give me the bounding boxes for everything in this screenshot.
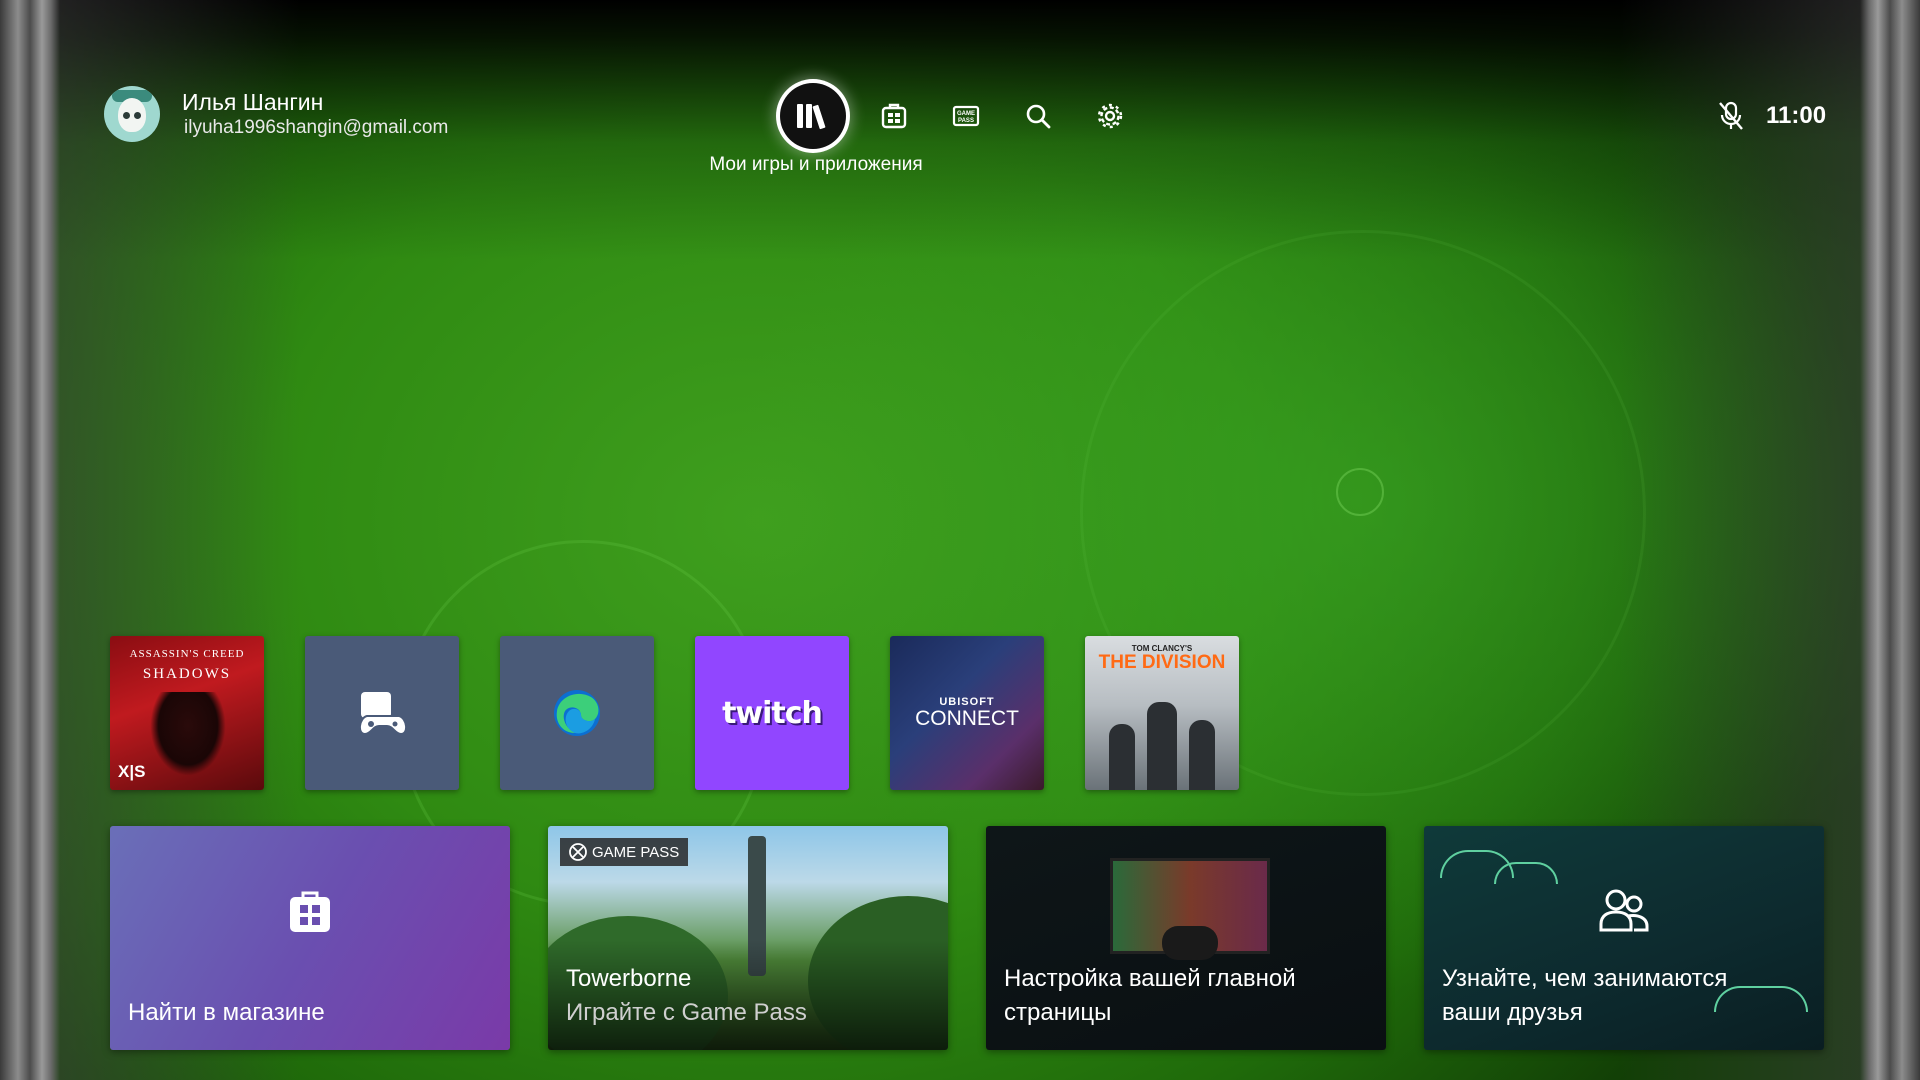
game-art: [1109, 724, 1135, 790]
search-icon: [1026, 104, 1051, 129]
tile-the-division[interactable]: TOM CLANCY'S THE DIVISION: [1085, 636, 1239, 790]
xbox-icon: [569, 843, 587, 861]
background-ring: [1336, 468, 1384, 516]
card-title-block: Towerborne Играйте с Game Pass: [566, 962, 807, 1030]
game-art: [1147, 702, 1177, 790]
nav-store[interactable]: [858, 80, 930, 152]
cloud-decoration: [1494, 862, 1558, 884]
nav-my-games-apps[interactable]: [780, 83, 846, 149]
card-towerborne[interactable]: GAME PASS Towerborne Играйте с Game Pass: [548, 826, 948, 1050]
division-title: THE DIVISION: [1098, 652, 1226, 673]
profile-email: ilyuha1996shangin@gmail.com: [184, 117, 449, 138]
tile-game-controller-app[interactable]: [305, 636, 459, 790]
tile-twitch[interactable]: twitch: [695, 636, 849, 790]
controller-icon: [359, 692, 407, 736]
cards-row: Найти в магазине GAME PASS Towerborne Иг…: [110, 826, 1862, 1050]
card-title-block: Узнайте, чем занимаются ваши друзья: [1442, 962, 1727, 1030]
store-icon: [290, 891, 330, 932]
card-title-block: Настройка вашей главной страницы: [1004, 962, 1296, 1030]
nav-search[interactable]: [1002, 80, 1074, 152]
game-pass-badge: GAME PASS: [560, 838, 689, 866]
card-friends-activity[interactable]: Узнайте, чем занимаются ваши друзья: [1424, 826, 1824, 1050]
game-pass-icon: GAME PASS: [952, 105, 980, 127]
card-title-line2: страницы: [1004, 999, 1112, 1026]
profile-name: Илья Шангин: [182, 89, 324, 115]
tile-assassins-creed-shadows[interactable]: ASSASSIN'S CREED SHADOWS X|S: [110, 636, 264, 790]
game-pass-badge-text: GAME PASS: [592, 843, 680, 861]
game-art: [150, 692, 226, 776]
controller-illustration: [1162, 926, 1218, 960]
nav-active-label: Мои игры и приложения: [709, 154, 923, 175]
xs-badge: X|S: [118, 762, 146, 781]
tile-title-line1: ASSASSIN'S CREED: [129, 648, 245, 660]
store-icon: [881, 103, 907, 129]
card-find-in-store[interactable]: Найти в магазине: [110, 826, 510, 1050]
mic-muted-icon: [1719, 101, 1743, 130]
twitch-logo: twitch: [722, 695, 823, 731]
pinned-tiles-row: ASSASSIN'S CREED SHADOWS X|S twitch UBIS…: [110, 636, 1280, 790]
gear-icon: [1097, 103, 1123, 129]
card-title: Найти в магазине: [128, 999, 325, 1026]
tile-microsoft-edge[interactable]: [500, 636, 654, 790]
card-title-line2: ваши друзья: [1442, 999, 1583, 1026]
card-title: Towerborne: [566, 965, 692, 992]
cloud-decoration: [1714, 986, 1808, 1012]
edge-icon: [554, 690, 600, 736]
nav-game-pass[interactable]: GAME PASS: [930, 80, 1002, 152]
svg-text:PASS: PASS: [958, 118, 974, 124]
card-title-line1: Настройка вашей главной: [1004, 965, 1296, 992]
card-subtitle: Играйте с Game Pass: [566, 999, 807, 1026]
card-customize-home[interactable]: Настройка вашей главной страницы: [986, 826, 1386, 1050]
library-icon: [797, 104, 826, 130]
status-area: 11:00: [1716, 100, 1826, 132]
clock: 11:00: [1766, 102, 1827, 129]
connect-brand: CONNECT: [915, 707, 1019, 730]
tile-ubisoft-connect[interactable]: UBISOFT CONNECT: [890, 636, 1044, 790]
top-navigation: GAME PASS: [780, 80, 1146, 152]
nav-settings[interactable]: [1074, 80, 1146, 152]
game-art: [1189, 720, 1215, 790]
friends-icon: [1599, 889, 1649, 932]
card-title-line1: Узнайте, чем занимаются: [1442, 965, 1728, 992]
tile-title-line2: SHADOWS: [142, 666, 232, 682]
avatar[interactable]: [104, 86, 160, 142]
profile-area[interactable]: Илья Шангин ilyuha1996shangin@gmail.com: [104, 86, 448, 142]
svg-text:GAME: GAME: [957, 111, 975, 117]
